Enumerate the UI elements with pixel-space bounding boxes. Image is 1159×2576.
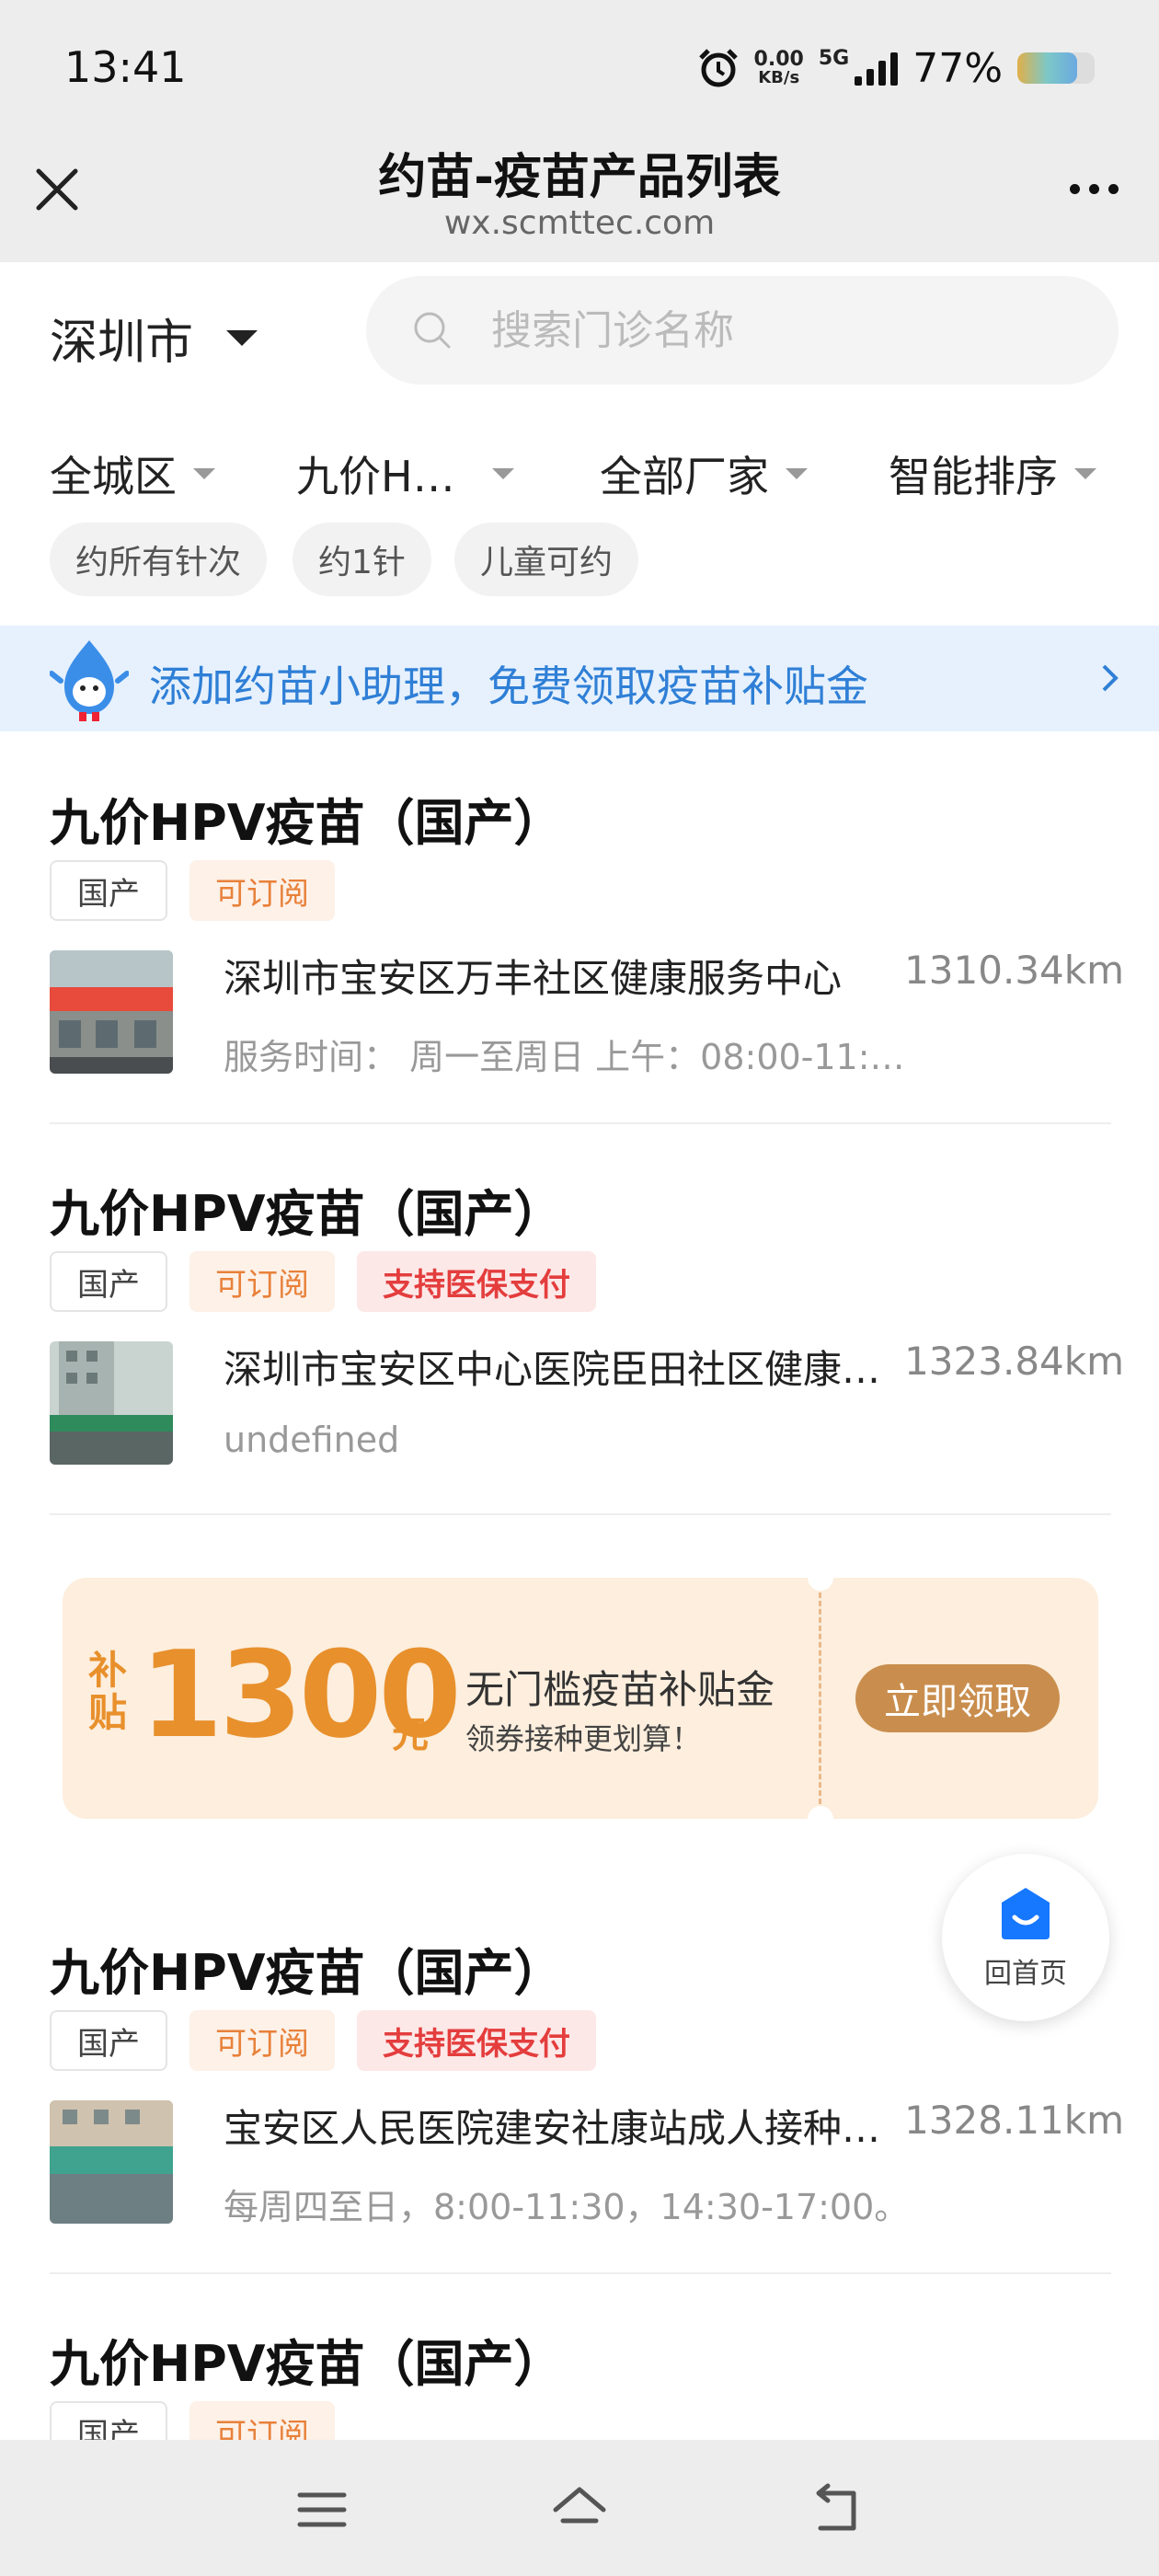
mascot-icon	[50, 640, 129, 721]
clinic-thumbnail	[50, 1341, 173, 1465]
claim-button[interactable]: 立即领取	[855, 1664, 1060, 1732]
city-label: 深圳市	[50, 316, 194, 371]
subsidy-coupon[interactable]: 补贴 1300 元 无门槛疫苗补贴金 领券接种更划算！ 立即领取	[63, 1578, 1098, 1819]
subsidy-label: 补贴	[88, 1648, 128, 1735]
clinic-hours: undefined	[224, 1420, 400, 1460]
home-label: 回首页	[984, 1958, 1067, 1990]
chip-children[interactable]: 儿童可约	[454, 523, 639, 596]
divider	[50, 1513, 1111, 1515]
coupon-divider	[819, 1593, 821, 1804]
clinic-hours: 服务时间： 周一至周日 上午：08:00-11:…	[224, 1037, 905, 1077]
search-input[interactable]	[489, 305, 1041, 355]
tag-domestic: 国产	[50, 860, 167, 921]
caret-down-icon	[1074, 468, 1096, 479]
tag-domestic: 国产	[50, 1251, 167, 1312]
search-icon	[414, 312, 451, 349]
signal-icon	[855, 51, 899, 86]
clinic-distance: 1310.34km	[904, 948, 1124, 993]
clinic-name: 深圳市宝安区万丰社区健康服务中心	[224, 956, 843, 1001]
tag-subscribable: 可订阅	[189, 1251, 335, 1312]
home-button[interactable]: 回首页	[942, 1854, 1109, 2021]
filter-vaccine[interactable]: 九价H…	[296, 443, 514, 504]
filter-sort[interactable]: 智能排序	[889, 443, 1096, 504]
vaccine-card[interactable]: 九价HPV疫苗（国产） 国产 可订阅 支持医保支付 宝安区人民医院建安社康站成人…	[50, 1932, 1124, 2274]
tag-list: 国产 可订阅 支持医保支付	[50, 2010, 596, 2071]
tag-domestic: 国产	[50, 2010, 167, 2071]
status-bar: 13:41 0.00 KB/s 5G 77%	[0, 0, 1159, 138]
tag-list: 国产 可订阅	[50, 2401, 335, 2440]
status-icons: 0.00 KB/s 5G 77%	[697, 42, 1095, 94]
tag-subscribable: 可订阅	[189, 860, 335, 921]
divider	[50, 1122, 1111, 1124]
vaccine-title: 九价HPV疫苗（国产）	[50, 2335, 564, 2393]
status-time: 13:41	[64, 42, 187, 92]
clinic-name: 宝安区人民医院建安社康站成人接种…	[224, 2106, 881, 2151]
banner-text: 添加约苗小助理，免费领取疫苗补贴金	[149, 661, 868, 711]
caret-down-icon	[491, 468, 514, 479]
vaccine-title: 九价HPV疫苗（国产）	[50, 1944, 564, 2002]
home-nav-icon[interactable]	[550, 2480, 609, 2539]
filter-manufacturer[interactable]: 全部厂家	[600, 443, 808, 504]
vaccine-title: 九价HPV疫苗（国产）	[50, 794, 564, 852]
subsidy-subtext: 领券接种更划算！	[465, 1721, 702, 1756]
caret-down-icon	[226, 330, 258, 346]
subsidy-unit: 元	[392, 1714, 429, 1756]
vaccine-title: 九价HPV疫苗（国产）	[50, 1185, 564, 1243]
alarm-icon	[698, 49, 738, 87]
caret-down-icon	[786, 468, 808, 479]
chevron-right-icon	[1102, 664, 1119, 692]
clinic-thumbnail	[50, 2100, 173, 2224]
network-type: 5G	[818, 46, 850, 70]
divider	[50, 2272, 1111, 2274]
vaccine-card[interactable]: 九价HPV疫苗（国产） 国产 可订阅	[50, 2323, 1111, 2440]
battery-percent: 77%	[912, 44, 1003, 92]
back-icon[interactable]	[808, 2480, 866, 2539]
clinic-distance: 1323.84km	[904, 1339, 1124, 1384]
system-nav-bar	[0, 2440, 1159, 2576]
vaccine-card[interactable]: 九价HPV疫苗（国产） 国产 可订阅 深圳市宝安区万丰社区健康服务中心 1310…	[50, 782, 1124, 1124]
clinic-name: 深圳市宝安区中心医院臣田社区健康…	[224, 1347, 881, 1392]
clinic-distance: 1328.11km	[904, 2098, 1124, 2143]
tag-insurance: 支持医保支付	[357, 2010, 596, 2071]
search-box[interactable]	[366, 276, 1119, 385]
page-domain: wx.scmttec.com	[443, 204, 716, 242]
chip-all-doses[interactable]: 约所有针次	[50, 523, 268, 596]
assistant-banner[interactable]: 添加约苗小助理，免费领取疫苗补贴金	[0, 626, 1159, 731]
battery-icon	[1017, 52, 1095, 84]
tag-list: 国产 可订阅	[50, 860, 335, 921]
menu-icon[interactable]	[293, 2480, 351, 2539]
tag-domestic: 国产	[50, 2401, 167, 2440]
tag-subscribable: 可订阅	[189, 2401, 335, 2440]
tag-subscribable: 可订阅	[189, 2010, 335, 2071]
net-speed: 0.00 KB/s	[753, 48, 804, 87]
nav-header: 约苗-疫苗产品列表 wx.scmttec.com	[0, 138, 1159, 262]
caret-down-icon	[193, 468, 215, 479]
tag-list: 国产 可订阅 支持医保支付	[50, 1251, 596, 1312]
home-icon	[1002, 1888, 1050, 1939]
tag-insurance: 支持医保支付	[357, 1251, 596, 1312]
city-selector[interactable]: 深圳市	[50, 304, 258, 373]
chip-one-dose[interactable]: 约1针	[293, 523, 431, 596]
vaccine-card[interactable]: 九价HPV疫苗（国产） 国产 可订阅 支持医保支付 深圳市宝安区中心医院臣田社区…	[50, 1173, 1124, 1515]
clinic-thumbnail	[50, 950, 173, 1074]
subsidy-headline: 无门槛疫苗补贴金	[465, 1667, 775, 1712]
more-icon[interactable]	[1070, 184, 1119, 194]
clinic-hours: 每周四至日，8:00-11:30，14:30-17:00。	[224, 2187, 910, 2227]
filter-district[interactable]: 全城区	[50, 443, 215, 504]
page-title: 约苗-疫苗产品列表	[378, 150, 781, 205]
